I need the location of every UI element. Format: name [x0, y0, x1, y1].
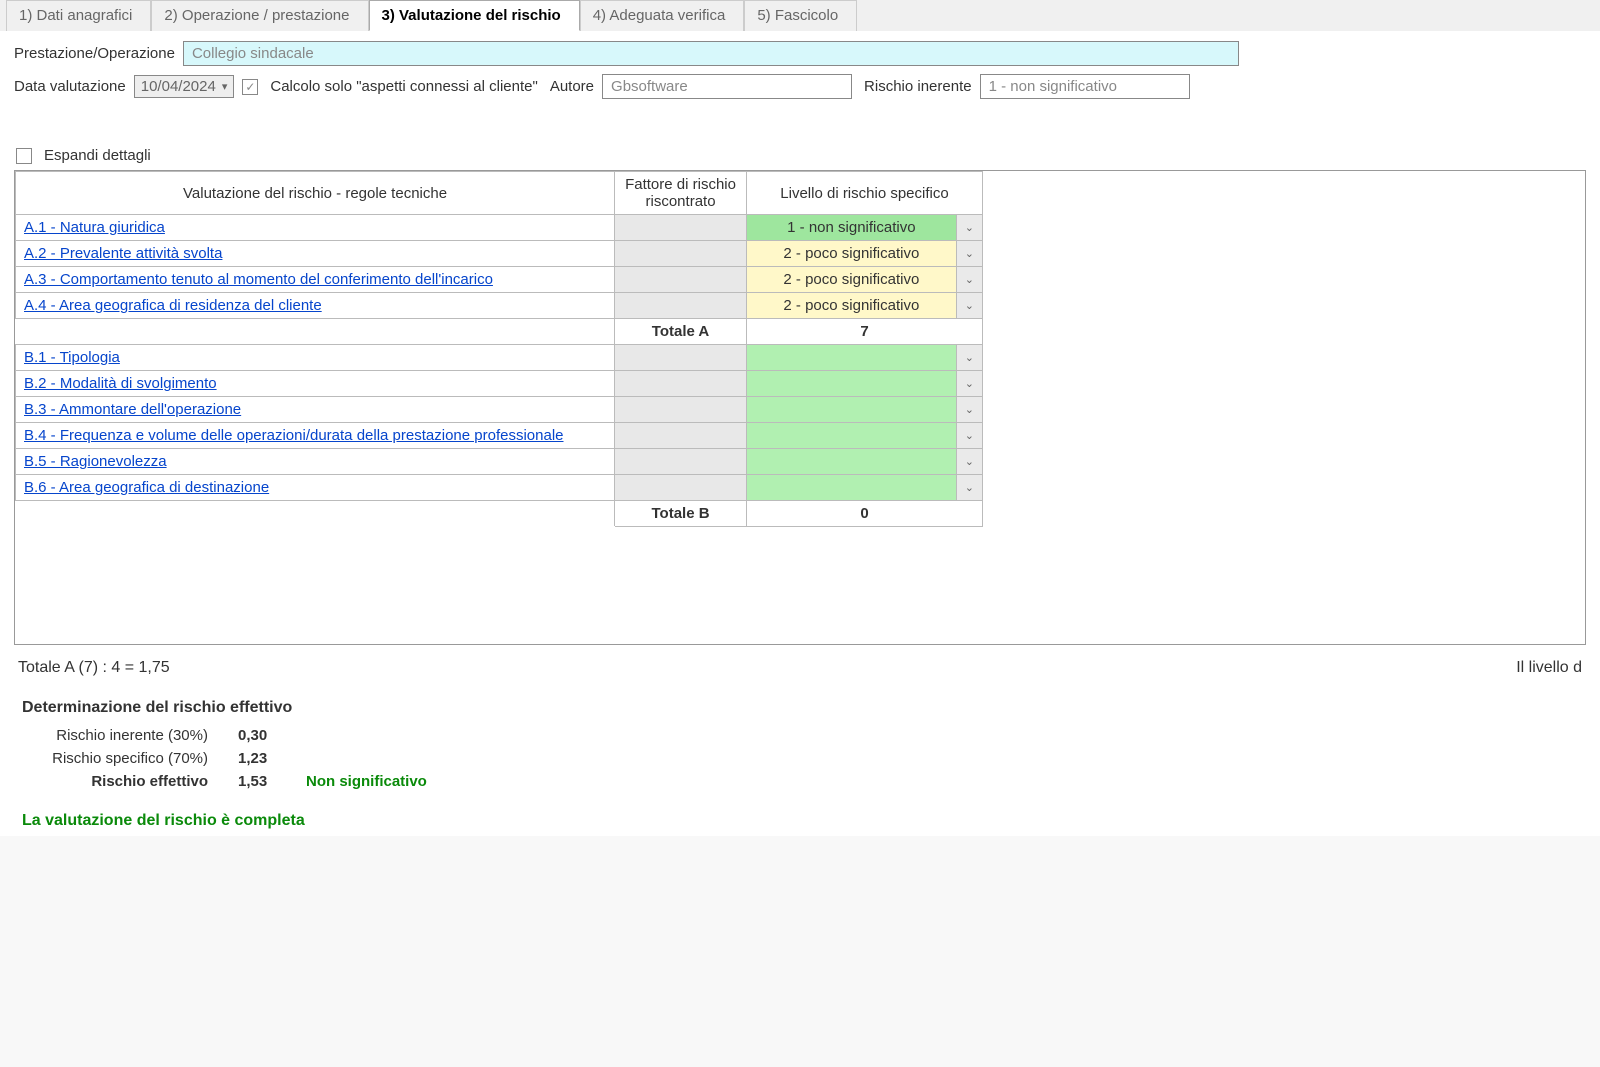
espandi-dettagli-checkbox[interactable]	[16, 148, 32, 164]
rule-link[interactable]: B.6 - Area geografica di destinazione	[24, 479, 269, 496]
table-row: A.3 - Comportamento tenuto al momento de…	[16, 267, 983, 293]
level-dropdown-button[interactable]: ⌄	[956, 449, 982, 475]
factor-cell[interactable]	[615, 371, 747, 397]
factor-cell[interactable]	[615, 345, 747, 371]
level-dropdown-button[interactable]: ⌄	[956, 345, 982, 371]
det-line: Rischio inerente (30%)0,30	[18, 727, 1582, 744]
factor-cell[interactable]	[615, 215, 747, 241]
tab-adeguata-verifica[interactable]: 4) Adeguata verifica	[580, 0, 745, 31]
factor-cell[interactable]	[615, 449, 747, 475]
level-dropdown-button[interactable]: ⌄	[956, 423, 982, 449]
det-value: 0,30	[238, 727, 298, 744]
calcolo-checkbox[interactable]: ✓	[242, 79, 258, 95]
level-dropdown-button[interactable]: ⌄	[956, 241, 982, 267]
level-dropdown-button[interactable]: ⌄	[956, 215, 982, 241]
total-a-division: Totale A (7) : 4 = 1,75	[18, 659, 170, 677]
table-row: B.2 - Modalità di svolgimento ⌄	[16, 371, 983, 397]
rule-link[interactable]: B.1 - Tipologia	[24, 349, 120, 366]
autore-input[interactable]: Gbsoftware	[602, 74, 852, 99]
total-a-row: Totale A 7	[16, 319, 983, 345]
col-header-level: Livello di rischio specifico	[746, 172, 982, 215]
valutazione-completa: La valutazione del rischio è completa	[22, 812, 1582, 830]
data-valutazione-dropdown[interactable]: 10/04/2024 ▾	[134, 75, 235, 98]
rischio-inerente-label: Rischio inerente	[864, 78, 972, 95]
tab-valutazione-rischio[interactable]: 3) Valutazione del rischio	[369, 0, 580, 31]
tab-dati-anagrafici[interactable]: 1) Dati anagrafici	[6, 0, 151, 31]
level-cell: 2 - poco significativo	[746, 267, 956, 293]
table-row: B.5 - Ragionevolezza ⌄	[16, 449, 983, 475]
risk-table: Valutazione del rischio - regole tecnich…	[15, 171, 983, 527]
table-row: B.6 - Area geografica di destinazione ⌄	[16, 475, 983, 501]
total-b-value: 0	[746, 501, 982, 527]
factor-cell[interactable]	[615, 423, 747, 449]
tab-operazione[interactable]: 2) Operazione / prestazione	[151, 0, 368, 31]
total-a-value: 7	[746, 319, 982, 345]
tabs-bar: 1) Dati anagrafici 2) Operazione / prest…	[0, 0, 1600, 31]
col-header-rule: Valutazione del rischio - regole tecnich…	[16, 172, 615, 215]
rule-link[interactable]: A.1 - Natura giuridica	[24, 219, 165, 236]
total-b-label: Totale B	[615, 501, 747, 527]
level-dropdown-button[interactable]: ⌄	[956, 267, 982, 293]
col-header-factor: Fattore di rischio riscontrato	[615, 172, 747, 215]
right-truncated-text: Il livello d	[1516, 659, 1582, 677]
rule-link[interactable]: A.2 - Prevalente attività svolta	[24, 245, 222, 262]
autore-label: Autore	[550, 78, 594, 95]
rule-link[interactable]: B.3 - Ammontare dell'operazione	[24, 401, 241, 418]
rule-link[interactable]: B.5 - Ragionevolezza	[24, 453, 167, 470]
prestazione-label: Prestazione/Operazione	[14, 45, 175, 62]
rule-link[interactable]: A.3 - Comportamento tenuto al momento de…	[24, 271, 493, 288]
factor-cell[interactable]	[615, 267, 747, 293]
det-label: Rischio effettivo	[18, 773, 238, 790]
espandi-dettagli-label: Espandi dettagli	[44, 147, 151, 164]
level-cell	[746, 423, 956, 449]
det-line: Rischio effettivo1,53 Non significativo	[18, 773, 1582, 790]
total-a-label: Totale A	[615, 319, 747, 345]
table-row: B.1 - Tipologia ⌄	[16, 345, 983, 371]
risk-table-container: Valutazione del rischio - regole tecnich…	[14, 170, 1586, 645]
level-cell	[746, 371, 956, 397]
rischio-inerente-input[interactable]: 1 - non significativo	[980, 74, 1190, 99]
factor-cell[interactable]	[615, 475, 747, 501]
level-cell: 1 - non significativo	[746, 215, 956, 241]
det-line: Rischio specifico (70%)1,23	[18, 750, 1582, 767]
det-value: 1,23	[238, 750, 298, 767]
rule-link[interactable]: B.2 - Modalità di svolgimento	[24, 375, 217, 392]
level-cell: 2 - poco significativo	[746, 241, 956, 267]
table-row: A.4 - Area geografica di residenza del c…	[16, 293, 983, 319]
factor-cell[interactable]	[615, 397, 747, 423]
det-label: Rischio inerente (30%)	[18, 727, 238, 744]
level-dropdown-button[interactable]: ⌄	[956, 475, 982, 501]
rule-link[interactable]: B.4 - Frequenza e volume delle operazion…	[24, 427, 564, 444]
level-cell	[746, 475, 956, 501]
table-row: A.1 - Natura giuridica 1 - non significat…	[16, 215, 983, 241]
level-dropdown-button[interactable]: ⌄	[956, 371, 982, 397]
table-row: A.2 - Prevalente attività svolta 2 - poco…	[16, 241, 983, 267]
prestazione-input[interactable]: Collegio sindacale	[183, 41, 1239, 66]
chevron-down-icon: ▾	[222, 80, 228, 93]
level-dropdown-button[interactable]: ⌄	[956, 293, 982, 319]
table-row: B.4 - Frequenza e volume delle operazion…	[16, 423, 983, 449]
calcolo-label: Calcolo solo "aspetti connessi al client…	[270, 78, 537, 95]
level-cell	[746, 345, 956, 371]
total-b-row: Totale B 0	[16, 501, 983, 527]
factor-cell[interactable]	[615, 293, 747, 319]
factor-cell[interactable]	[615, 241, 747, 267]
det-desc: Non significativo	[306, 773, 427, 790]
det-label: Rischio specifico (70%)	[18, 750, 238, 767]
det-value: 1,53	[238, 773, 298, 790]
determinazione-title: Determinazione del rischio effettivo	[22, 699, 1582, 717]
level-cell: 2 - poco significativo	[746, 293, 956, 319]
rule-link[interactable]: A.4 - Area geografica di residenza del c…	[24, 297, 322, 314]
tab-fascicolo[interactable]: 5) Fascicolo	[744, 0, 857, 31]
level-cell	[746, 397, 956, 423]
level-dropdown-button[interactable]: ⌄	[956, 397, 982, 423]
level-cell	[746, 449, 956, 475]
table-row: B.3 - Ammontare dell'operazione ⌄	[16, 397, 983, 423]
data-valutazione-label: Data valutazione	[14, 78, 126, 95]
